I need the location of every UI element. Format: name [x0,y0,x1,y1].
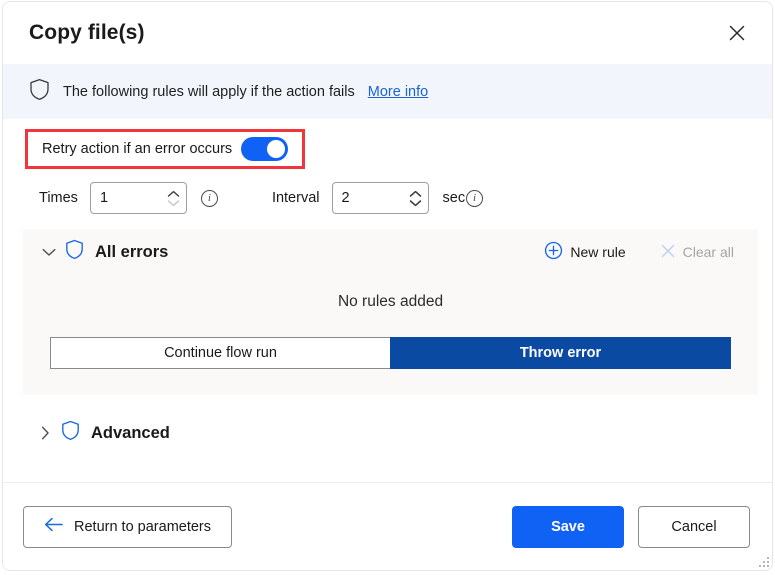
advanced-title: Advanced [91,423,170,442]
dialog-header: Copy file(s) [3,2,772,64]
all-errors-panel: All errors New rule Clear all No rules a… [23,229,758,395]
new-rule-button[interactable]: New rule [538,237,631,267]
resize-grip[interactable] [757,555,769,567]
interval-unit-label: sec [442,190,466,206]
new-rule-label: New rule [570,244,626,260]
retry-action-row: Retry action if an error occurs [28,132,302,166]
cancel-button[interactable]: Cancel [638,505,750,548]
times-info-icon[interactable]: i [200,189,218,207]
chevron-down-icon[interactable] [409,199,422,207]
return-to-parameters-button[interactable]: Return to parameters [23,505,233,548]
retry-action-toggle[interactable] [241,137,288,161]
segment-throw-error[interactable]: Throw error [390,337,731,369]
chevron-right-icon[interactable] [35,423,55,443]
times-label: Times [39,190,78,206]
chevron-up-icon[interactable] [409,190,422,198]
all-errors-header: All errors New rule Clear all [23,229,758,275]
advanced-section-header[interactable]: Advanced [19,413,186,453]
copy-files-dialog: Copy file(s) The following rules will ap… [2,1,773,571]
no-rules-message: No rules added [337,293,444,310]
dialog-footer: Return to parameters Save Cancel [3,482,772,570]
retry-settings-row: Times i [39,182,484,214]
arrow-left-icon [44,517,63,536]
shield-icon [65,239,84,265]
chevron-down-icon[interactable] [39,242,59,262]
more-info-link[interactable]: More info [368,84,428,100]
error-action-segmented-control: Continue flow run Throw error [50,337,731,369]
interval-info-icon[interactable]: i [466,189,484,207]
page-title: Copy file(s) [29,21,145,44]
info-banner: The following rules will apply if the ac… [3,64,772,119]
chevron-up-icon[interactable] [167,190,180,198]
shield-icon [61,420,80,446]
times-stepper-arrows[interactable] [162,183,186,213]
retry-action-label: Retry action if an error occurs [42,141,233,157]
clear-all-button[interactable]: Clear all [654,239,740,266]
times-stepper[interactable] [89,182,187,214]
interval-stepper-arrows[interactable] [404,183,428,213]
clear-all-label: Clear all [682,244,734,260]
close-icon [728,24,746,42]
circle-plus-icon [544,241,563,263]
chevron-down-icon[interactable] [167,199,180,207]
save-button[interactable]: Save [512,505,624,548]
close-icon [660,243,676,262]
segment-continue-flow-run[interactable]: Continue flow run [50,337,391,369]
shield-icon [29,78,50,106]
all-errors-title: All errors [95,242,169,261]
return-to-parameters-label: Return to parameters [74,518,212,535]
times-input[interactable] [90,190,162,206]
toggle-knob [267,140,285,158]
interval-label: Interval [271,190,320,206]
close-button[interactable] [720,16,754,50]
dialog-body: Retry action if an error occurs Times 1 … [3,119,772,482]
banner-text: The following rules will apply if the ac… [63,83,355,100]
interval-stepper[interactable] [331,182,429,214]
interval-input[interactable] [332,190,404,206]
